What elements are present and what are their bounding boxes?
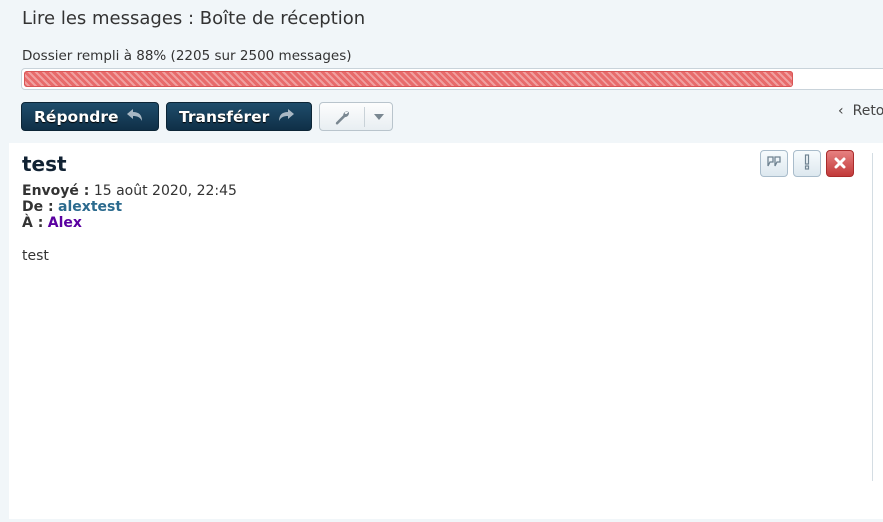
forward-button[interactable]: Transférer [166, 102, 312, 131]
message-panel: test Envoyé : 15 août 2020, 22:45 De : a… [9, 143, 883, 519]
to-row: À : Alex [22, 215, 82, 231]
tools-dropdown-button[interactable] [319, 102, 393, 131]
from-label: De : [22, 199, 54, 215]
folder-status-text: Dossier rempli à 88% (2205 sur 2500 mess… [22, 48, 352, 64]
from-row: De : alextest [22, 199, 122, 215]
back-link[interactable]: ‹ Retour [838, 103, 883, 119]
folder-progress-fill [24, 71, 794, 87]
panel-divider [872, 153, 873, 481]
message-subject: test [22, 152, 67, 176]
chevron-left-icon: ‹ [838, 103, 844, 119]
quote-icon [766, 154, 782, 173]
delete-icon [834, 154, 846, 173]
to-label: À : [22, 215, 44, 231]
forward-arrow-icon [277, 108, 295, 126]
report-button[interactable] [793, 150, 821, 177]
reply-arrow-icon [126, 108, 144, 126]
from-user-link[interactable]: alextest [58, 199, 122, 215]
chevron-down-icon[interactable] [365, 113, 392, 120]
wrench-icon [320, 108, 364, 126]
reply-button-label: Répondre [34, 107, 119, 126]
quote-button[interactable] [760, 150, 788, 177]
page-title: Lire les messages : Boîte de réception [22, 8, 366, 29]
message-body: test [22, 248, 49, 264]
report-icon [804, 153, 810, 174]
sent-row: Envoyé : 15 août 2020, 22:45 [22, 183, 237, 199]
to-user-link[interactable]: Alex [48, 215, 82, 231]
sent-value: 15 août 2020, 22:45 [93, 183, 237, 199]
forward-button-label: Transférer [179, 107, 270, 126]
back-link-label: Retour [852, 103, 883, 119]
sent-label: Envoyé : [22, 183, 90, 199]
folder-progress-bar [21, 68, 883, 90]
delete-button[interactable] [826, 150, 854, 177]
reply-button[interactable]: Répondre [21, 102, 159, 131]
